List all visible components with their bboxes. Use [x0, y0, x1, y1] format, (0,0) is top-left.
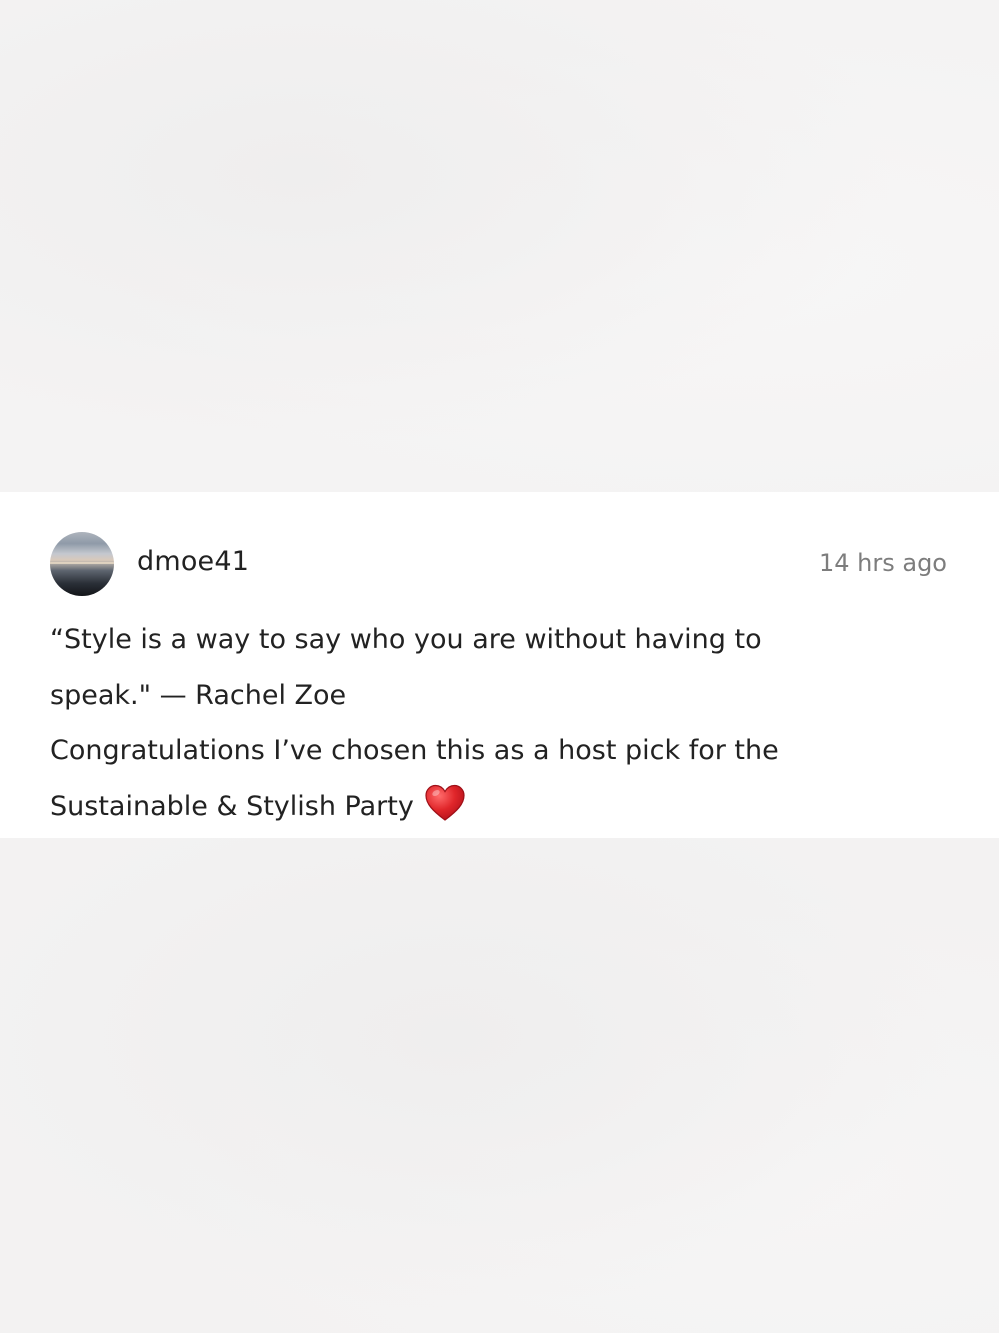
- comment-line: speak." — Rachel Zoe: [50, 679, 347, 711]
- red-heart-icon: [424, 783, 466, 823]
- username[interactable]: dmoe41: [137, 546, 249, 577]
- comment-line: “Style is a way to say who you are witho…: [50, 624, 762, 655]
- comment-line-text: Sustainable & Stylish Party: [50, 790, 414, 822]
- comment-line: Congratulations I’ve chosen this as a ho…: [50, 735, 779, 766]
- blurred-background-top: [0, 0, 999, 492]
- comment-line-last: Sustainable & Stylish Party: [50, 779, 950, 835]
- comment-card: dmoe41 14 hrs ago “Style is a way to say…: [0, 492, 999, 838]
- avatar[interactable]: [50, 532, 114, 596]
- blurred-background-bottom: [0, 838, 999, 1333]
- comment-timestamp: 14 hrs ago: [818, 549, 947, 577]
- avatar-horizon: [50, 562, 114, 564]
- comment-body: “Style is a way to say who you are witho…: [50, 612, 950, 834]
